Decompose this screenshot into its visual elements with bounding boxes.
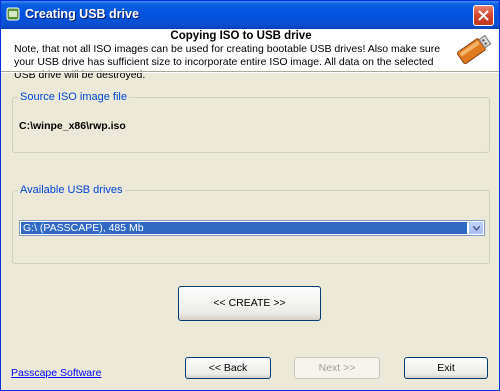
title-bar[interactable]: Creating USB drive xyxy=(1,1,499,29)
warning-note: Note, that not all ISO images can be use… xyxy=(14,43,441,81)
app-icon xyxy=(6,7,20,21)
usb-drives-legend: Available USB drives xyxy=(18,184,125,197)
passcape-software-link[interactable]: Passcape Software xyxy=(11,367,101,379)
next-button[interactable]: Next >> xyxy=(294,357,380,379)
source-legend: Source ISO image file xyxy=(18,91,129,104)
back-button[interactable]: << Back xyxy=(185,357,271,379)
chevron-down-icon xyxy=(473,226,480,231)
usb-drives-group: Available USB drives G:\ (PASSCAPE), 485… xyxy=(12,184,490,264)
page-title: Copying ISO to USB drive xyxy=(170,30,312,42)
usb-drive-icon xyxy=(453,31,493,72)
dropdown-button[interactable] xyxy=(469,222,483,234)
iso-path: C:\winpe_x86\rwp.iso xyxy=(19,120,126,132)
close-button[interactable] xyxy=(473,5,494,26)
create-button[interactable]: << CREATE >> xyxy=(178,286,321,321)
selected-drive: G:\ (PASSCAPE), 485 Mb xyxy=(21,222,467,234)
usb-drive-select[interactable]: G:\ (PASSCAPE), 485 Mb xyxy=(19,220,485,236)
dialog-window: Creating USB drive Copying ISO to USB dr… xyxy=(0,0,500,391)
source-group: Source ISO image file C:\winpe_x86\rwp.i… xyxy=(12,91,490,153)
wizard-header: Copying ISO to USB drive Note, that not … xyxy=(1,29,499,81)
close-icon xyxy=(478,10,489,21)
exit-button[interactable]: Exit xyxy=(404,357,488,379)
window-title: Creating USB drive xyxy=(25,7,139,21)
header-divider xyxy=(1,71,499,73)
